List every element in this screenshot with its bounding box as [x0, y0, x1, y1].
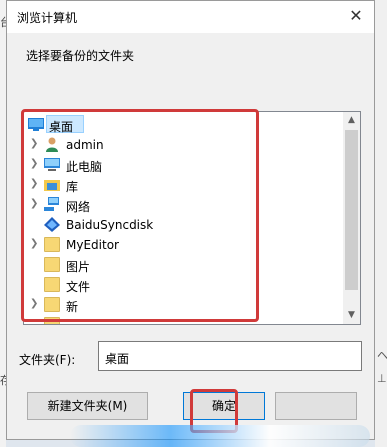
background-text: ヘ [377, 349, 387, 362]
scrollbar-thumb[interactable] [345, 130, 358, 290]
highlight-box-tree [21, 109, 259, 322]
dialog-prompt: 选择要备份的文件夹 [26, 49, 135, 63]
scroll-up-icon[interactable]: ▲ [343, 112, 360, 129]
title-bar: 浏览计算机 ✕ [7, 1, 374, 33]
folder-field-label: 文件夹(F): [19, 353, 76, 367]
scroll-down-icon[interactable]: ▼ [343, 307, 360, 324]
vertical-scrollbar[interactable]: ▲ ▼ [343, 112, 360, 324]
folder-name-field[interactable] [98, 341, 362, 371]
background-text: ⊥ [377, 372, 387, 385]
new-folder-button[interactable]: 新建文件夹(M) [27, 392, 148, 420]
cancel-button[interactable] [275, 392, 357, 420]
browse-computer-dialog: 浏览计算机 ✕ 选择要备份的文件夹 桌面 ❯ admin ❯ 此电脑 ❯ 库 ❯ [6, 0, 375, 440]
dialog-title: 浏览计算机 [17, 11, 78, 25]
close-icon[interactable]: ✕ [344, 5, 368, 27]
background-window-right: ヘ ⊥ [375, 0, 387, 447]
decorative-glow [70, 425, 370, 447]
